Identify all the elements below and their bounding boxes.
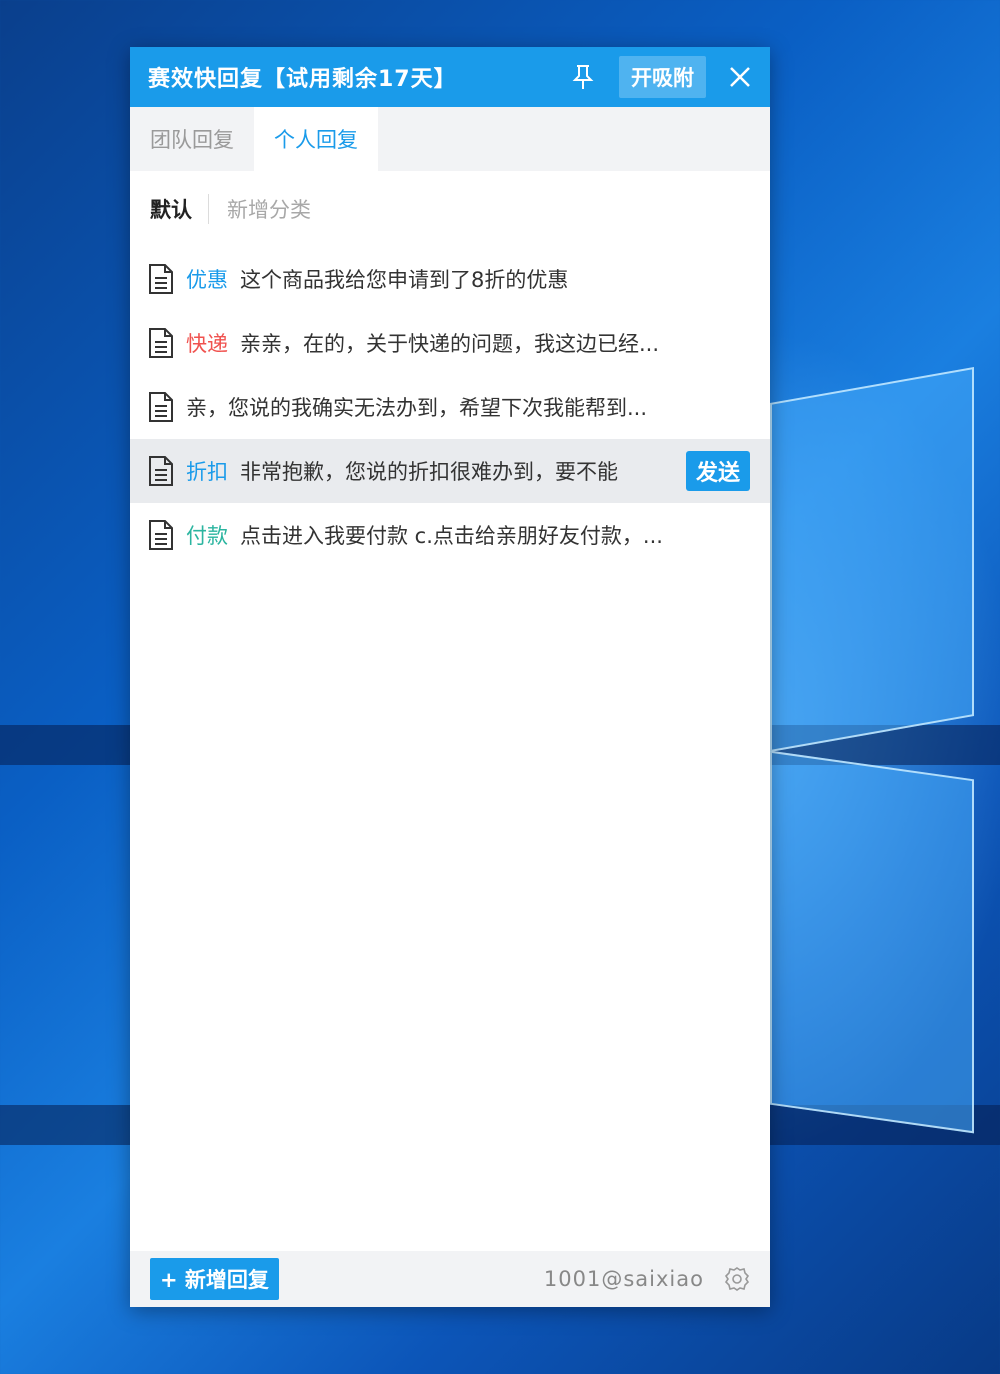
- window-title: 赛效快回复【试用剩余17天】: [148, 67, 457, 92]
- reply-list: 优惠 这个商品我给您申请到了8折的优惠 快递 亲亲，在的，关于快递的问题，我这边…: [130, 247, 770, 567]
- desktop-logo-pane: [770, 367, 974, 752]
- reply-text: 点击进入我要付款 c.点击给亲朋好友付款，...: [240, 524, 663, 548]
- gear-icon[interactable]: [724, 1266, 750, 1292]
- pin-icon[interactable]: [569, 63, 597, 91]
- document-icon: [149, 456, 173, 486]
- reply-text: 非常抱歉，您说的折扣很难办到，要不能: [240, 460, 618, 484]
- document-icon: [149, 392, 173, 422]
- title-bar[interactable]: 赛效快回复【试用剩余17天】 开吸附: [130, 47, 770, 107]
- tab-team-replies[interactable]: 团队回复: [130, 107, 254, 171]
- reply-text: 这个商品我给您申请到了8折的优惠: [240, 268, 569, 292]
- footer-bar: + 新增回复 1001@saixiao: [130, 1251, 770, 1307]
- user-account: 1001@saixiao: [543, 1267, 704, 1291]
- reply-tag: 付款: [186, 524, 228, 548]
- reply-tag: 快递: [186, 332, 228, 356]
- document-icon: [149, 264, 173, 294]
- reply-tag: 折扣: [186, 460, 228, 484]
- list-item[interactable]: 付款 点击进入我要付款 c.点击给亲朋好友付款，...: [130, 503, 770, 567]
- list-item[interactable]: 折扣 非常抱歉，您说的折扣很难办到，要不能 发送: [130, 439, 770, 503]
- send-button[interactable]: 发送: [685, 451, 750, 491]
- close-icon[interactable]: [728, 65, 752, 89]
- category-default[interactable]: 默认: [150, 194, 209, 224]
- category-bar: 默认 新增分类: [130, 171, 770, 247]
- document-icon: [149, 328, 173, 358]
- list-item[interactable]: 优惠 这个商品我给您申请到了8折的优惠: [130, 247, 770, 311]
- list-item[interactable]: 亲，您说的我确实无法办到，希望下次我能帮到...: [130, 375, 770, 439]
- tab-bar: 团队回复 个人回复: [130, 107, 770, 171]
- reply-tag: 优惠: [186, 268, 228, 292]
- reply-text: 亲亲，在的，关于快递的问题，我这边已经...: [240, 332, 660, 356]
- desktop-logo-pane: [770, 750, 974, 1134]
- document-icon: [149, 520, 173, 550]
- tab-personal-replies[interactable]: 个人回复: [254, 107, 378, 171]
- reply-text: 亲，您说的我确实无法办到，希望下次我能帮到...: [186, 396, 648, 420]
- quick-reply-window: 赛效快回复【试用剩余17天】 开吸附 团队回复 个人回复 默认 新增分类 优惠 …: [130, 47, 770, 1307]
- add-reply-button[interactable]: + 新增回复: [150, 1258, 279, 1300]
- add-category-button[interactable]: 新增分类: [209, 194, 311, 224]
- attach-button[interactable]: 开吸附: [619, 56, 706, 98]
- list-item[interactable]: 快递 亲亲，在的，关于快递的问题，我这边已经...: [130, 311, 770, 375]
